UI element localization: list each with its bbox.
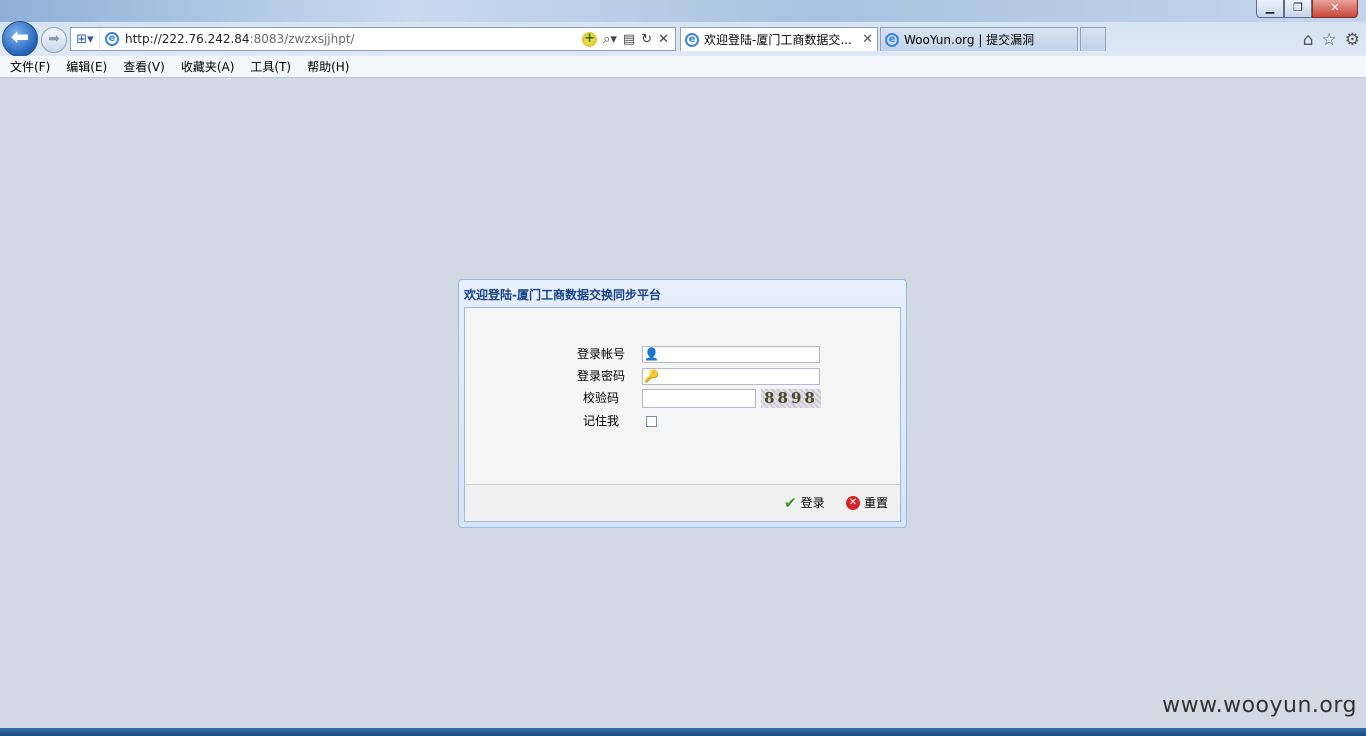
minimize-button[interactable]: ▁ xyxy=(1256,0,1284,18)
captcha-input[interactable] xyxy=(642,389,756,408)
command-icons: ⌂ ☆ ⚙ xyxy=(1303,30,1360,50)
new-tab-button[interactable] xyxy=(1080,27,1106,51)
captcha-image[interactable]: 8898 xyxy=(761,389,821,408)
password-input[interactable]: 🔑 xyxy=(642,368,820,385)
password-row: 登录密码 xyxy=(565,367,625,384)
login-button-label: 登录 xyxy=(800,496,825,510)
refresh-icon[interactable]: ↻ xyxy=(641,32,652,47)
tab-login-label: 欢迎登陆-厦门工商数据交... xyxy=(704,33,852,47)
tab-login[interactable]: e 欢迎登陆-厦门工商数据交... ✕ xyxy=(680,27,878,51)
remember-row: 记住我 xyxy=(559,412,619,429)
compat-view-button[interactable]: ⊞▾ xyxy=(71,29,100,49)
taskbar xyxy=(0,728,1366,736)
back-button[interactable]: ⬅ xyxy=(2,21,38,57)
menu-view[interactable]: 查看(V) xyxy=(117,58,171,75)
reset-button-label: 重置 xyxy=(864,496,889,510)
login-panel: 欢迎登陆-厦门工商数据交换同步平台 登录帐号 👤 登录密码 🔑 校验码 8898… xyxy=(458,279,907,528)
gear-icon[interactable]: ⚙ xyxy=(1345,30,1360,50)
menu-favorites[interactable]: 收藏夹(A) xyxy=(175,58,241,75)
menu-bar: 文件(F) 编辑(E) 查看(V) 收藏夹(A) 工具(T) 帮助(H) xyxy=(0,56,1366,78)
arrow-left-icon: ⬅ xyxy=(10,25,30,50)
menu-edit[interactable]: 编辑(E) xyxy=(60,58,113,75)
login-form: 登录帐号 👤 登录密码 🔑 校验码 8898 记住我 ✔ 登录 ✕ 重置 xyxy=(464,307,901,522)
addon-plus-icon[interactable]: + xyxy=(582,31,598,47)
login-button[interactable]: ✔ 登录 xyxy=(784,494,825,511)
address-url[interactable]: http://222.76.242.84:8083/zwzxsjjhpt/ xyxy=(125,32,582,46)
compat-page-icon[interactable]: ▤ xyxy=(623,32,635,47)
check-icon: ✔ xyxy=(784,493,797,512)
account-row: 登录帐号 xyxy=(565,345,625,362)
restore-button[interactable]: ❐ xyxy=(1284,0,1312,18)
watermark: www.wooyun.org xyxy=(1162,693,1357,718)
captcha-label: 校验码 xyxy=(582,391,619,405)
account-label: 登录帐号 xyxy=(576,347,625,361)
window-controls: ▁ ❐ ✕ xyxy=(1256,0,1358,18)
close-tab-icon[interactable]: ✕ xyxy=(862,32,873,47)
menu-help[interactable]: 帮助(H) xyxy=(301,58,355,75)
window-title-strip xyxy=(0,0,1366,22)
captcha-row: 校验码 xyxy=(559,389,619,406)
reset-button[interactable]: ✕ 重置 xyxy=(846,494,888,511)
tab-wooyun-label: WooYun.org | 提交漏洞 xyxy=(904,33,1035,47)
address-tools: + ⌕▾ ▤ ↻ ✕ xyxy=(582,31,675,47)
browser-chrome: ▁ ❐ ✕ ⬅ ➡ ⊞▾ e http://222.76.242.84:8083… xyxy=(0,0,1366,57)
account-input[interactable]: 👤 xyxy=(642,346,820,363)
menu-file[interactable]: 文件(F) xyxy=(4,58,56,75)
remember-checkbox[interactable] xyxy=(646,416,657,427)
user-icon: 👤 xyxy=(644,347,659,361)
url-path: :8083/zwzxsjjhpt/ xyxy=(249,32,355,46)
key-icon: 🔑 xyxy=(644,369,659,383)
menu-tools[interactable]: 工具(T) xyxy=(244,58,297,75)
cancel-icon: ✕ xyxy=(846,495,860,510)
login-panel-title: 欢迎登陆-厦门工商数据交换同步平台 xyxy=(464,288,661,302)
url-host: http://222.76.242.84 xyxy=(125,32,250,46)
ie-tab-icon: e xyxy=(885,32,899,47)
forward-button[interactable]: ➡ xyxy=(41,27,67,53)
tab-wooyun[interactable]: e WooYun.org | 提交漏洞 xyxy=(880,27,1078,51)
close-window-button[interactable]: ✕ xyxy=(1312,0,1358,18)
search-icon[interactable]: ⌕▾ xyxy=(603,32,617,47)
remember-label: 记住我 xyxy=(582,414,619,428)
ie-page-icon: e xyxy=(105,32,119,46)
login-panel-footer: ✔ 登录 ✕ 重置 xyxy=(465,484,900,521)
address-bar[interactable]: ⊞▾ e http://222.76.242.84:8083/zwzxsjjhp… xyxy=(70,27,676,51)
compat-view-icon: ⊞▾ xyxy=(76,31,94,47)
favorites-star-icon[interactable]: ☆ xyxy=(1322,30,1337,50)
stop-icon[interactable]: ✕ xyxy=(658,32,669,47)
home-icon[interactable]: ⌂ xyxy=(1303,30,1314,50)
arrow-right-icon: ➡ xyxy=(48,31,60,47)
password-label: 登录密码 xyxy=(576,369,625,383)
ie-tab-icon: e xyxy=(685,32,699,47)
